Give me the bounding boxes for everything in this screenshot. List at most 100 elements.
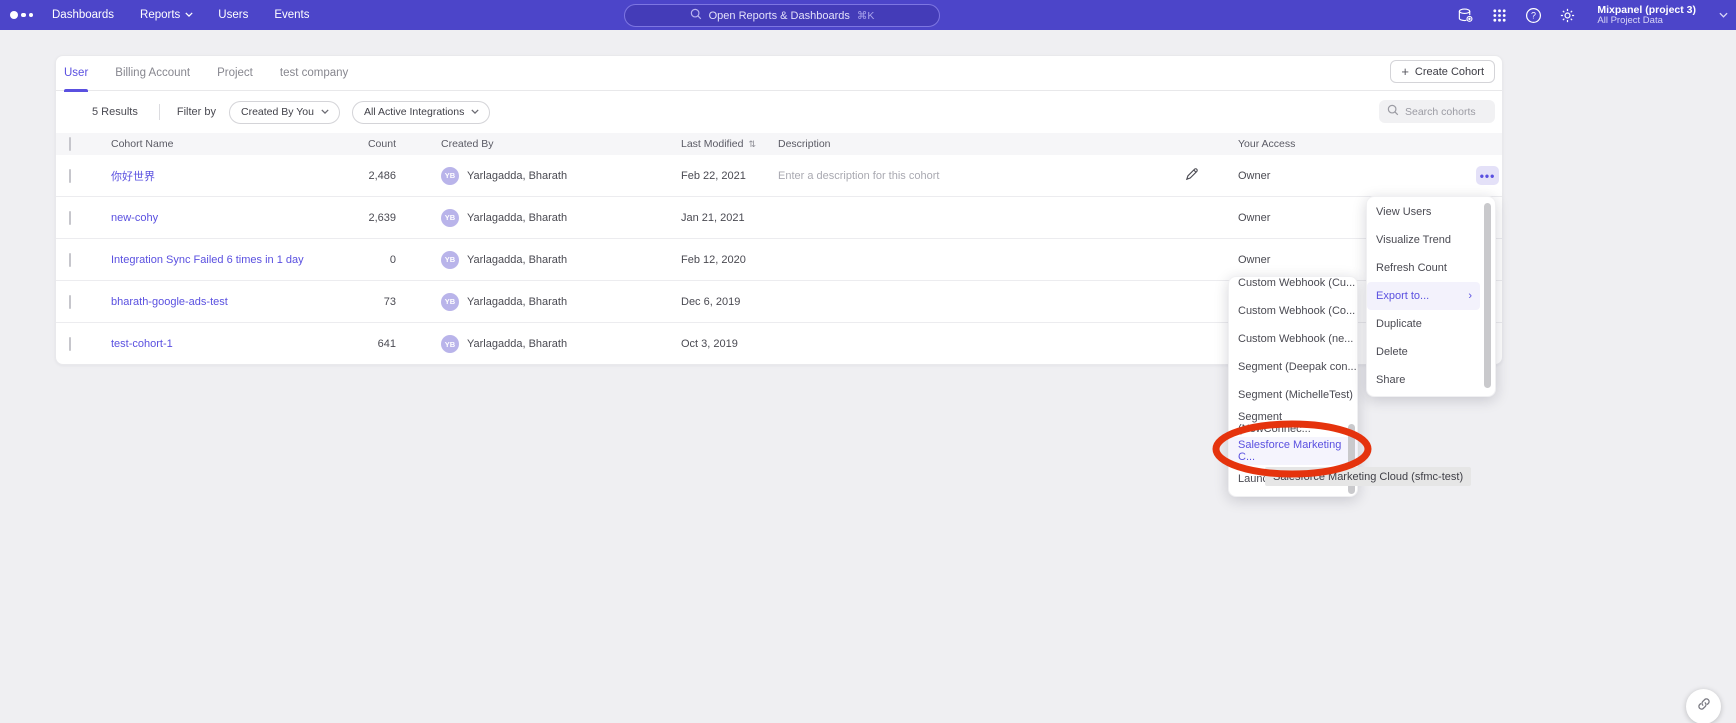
row-checkbox[interactable] <box>69 211 71 225</box>
cohort-name-link[interactable]: new-cohy <box>111 212 158 224</box>
sort-icon[interactable]: ⇅ <box>748 139 756 149</box>
top-nav: Dashboards Reports Users Events Open Rep… <box>0 0 1736 30</box>
row-checkbox[interactable] <box>69 295 71 309</box>
tab-user[interactable]: User <box>64 56 88 91</box>
cohort-tabbar: User Billing Account Project test compan… <box>56 56 1502 91</box>
project-name: Mixpanel (project 3) <box>1597 4 1696 16</box>
divider <box>159 104 160 120</box>
cohort-count: 641 <box>341 338 396 350</box>
apps-grid-icon[interactable] <box>1491 7 1508 24</box>
chevron-down-icon <box>471 109 478 116</box>
avatar: YB <box>441 251 459 269</box>
created-by-dropdown[interactable]: Created By You <box>229 101 340 124</box>
menu-item-export-to[interactable]: Export to... › <box>1367 282 1480 310</box>
creator-name: Yarlagadda, Bharath <box>467 296 567 308</box>
submenu-item-salesforce-marketing-cloud[interactable]: Salesforce Marketing C... <box>1229 437 1357 465</box>
last-modified: Oct 3, 2019 <box>681 338 778 350</box>
logo-dot <box>29 13 34 18</box>
nav-right-cluster: ? Mixpanel (project 3) All Project Data <box>1457 0 1726 30</box>
cohort-count: 0 <box>341 254 396 266</box>
project-switcher[interactable]: Mixpanel (project 3) All Project Data <box>1597 4 1696 27</box>
table-row: new-cohy 2,639 YB Yarlagadda, Bharath Ja… <box>56 197 1502 239</box>
nav-item-events[interactable]: Events <box>274 9 309 21</box>
row-checkbox[interactable] <box>69 253 71 267</box>
nav-item-dashboards[interactable]: Dashboards <box>52 9 114 21</box>
header-created-by[interactable]: Created By <box>441 138 681 150</box>
edit-description-icon[interactable] <box>1184 173 1199 185</box>
table-row: 你好世界 2,486 YB Yarlagadda, Bharath Feb 22… <box>56 155 1502 197</box>
nav-item-reports[interactable]: Reports <box>140 9 192 21</box>
data-management-icon[interactable] <box>1457 7 1474 24</box>
creator-name: Yarlagadda, Bharath <box>467 338 567 350</box>
create-cohort-label: Create Cohort <box>1415 66 1484 78</box>
header-description[interactable]: Description <box>778 138 1184 150</box>
creator-name: Yarlagadda, Bharath <box>467 212 567 224</box>
scrollbar[interactable] <box>1484 203 1491 388</box>
nav-item-label: Reports <box>140 9 180 21</box>
nav-item-users[interactable]: Users <box>218 9 248 21</box>
header-cohort-name[interactable]: Cohort Name <box>111 138 341 150</box>
submenu-item-segment-2[interactable]: Segment (MichelleTest) <box>1229 381 1357 409</box>
results-count: 5 Results <box>92 106 138 118</box>
last-modified: Feb 22, 2021 <box>681 170 778 182</box>
cohort-name-link[interactable]: bharath-google-ads-test <box>111 296 228 308</box>
cohort-name-link[interactable]: test-cohort-1 <box>111 338 173 350</box>
cohort-count: 2,486 <box>341 170 396 182</box>
table-header: Cohort Name Count Created By Last Modifi… <box>56 133 1502 155</box>
export-destinations-list: Custom Webhook (Cu... Custom Webhook (Co… <box>1229 276 1357 493</box>
copy-link-button[interactable] <box>1686 689 1721 723</box>
header-label: Last Modified <box>681 138 743 150</box>
cohort-name-link[interactable]: Integration Sync Failed 6 times in 1 day <box>111 254 304 266</box>
header-count[interactable]: Count <box>341 138 396 150</box>
help-icon[interactable]: ? <box>1525 7 1542 24</box>
row-checkbox[interactable] <box>69 169 71 183</box>
last-modified: Jan 21, 2021 <box>681 212 778 224</box>
tab-project[interactable]: Project <box>217 56 253 91</box>
logo-dot <box>10 11 18 19</box>
access-level: Owner <box>1238 170 1476 182</box>
create-cohort-button[interactable]: + Create Cohort <box>1390 60 1495 83</box>
mixpanel-logo[interactable] <box>10 11 40 19</box>
nav-item-label: Users <box>218 9 248 21</box>
global-search-placeholder: Open Reports & Dashboards <box>709 10 850 22</box>
filter-by-label: Filter by <box>177 106 216 118</box>
chevron-down-icon <box>185 12 192 19</box>
submenu-item-segment-1[interactable]: Segment (Deepak con... <box>1229 353 1357 381</box>
svg-text:?: ? <box>1531 10 1536 20</box>
menu-item-view-users[interactable]: View Users <box>1367 198 1495 226</box>
description-placeholder[interactable]: Enter a description for this cohort <box>778 170 1184 182</box>
cohort-name-link[interactable]: 你好世界 <box>111 171 155 183</box>
cohort-search-field[interactable] <box>1379 100 1495 123</box>
chevron-right-icon: › <box>1468 290 1472 302</box>
submenu-item-segment-3[interactable]: Segment (NewConnec... <box>1229 409 1357 437</box>
menu-item-duplicate[interactable]: Duplicate <box>1367 310 1495 338</box>
menu-item-visualize-trend[interactable]: Visualize Trend <box>1367 226 1495 254</box>
avatar: YB <box>441 335 459 353</box>
last-modified: Dec 6, 2019 <box>681 296 778 308</box>
avatar: YB <box>441 209 459 227</box>
global-search-button[interactable]: Open Reports & Dashboards ⌘K <box>624 4 940 27</box>
menu-item-share[interactable]: Share <box>1367 366 1495 394</box>
nav-links: Dashboards Reports Users Events <box>52 9 310 21</box>
avatar: YB <box>441 167 459 185</box>
integrations-value: All Active Integrations <box>364 106 464 118</box>
submenu-item-custom-webhook-1[interactable]: Custom Webhook (Cu... <box>1229 276 1357 297</box>
last-modified: Feb 12, 2020 <box>681 254 778 266</box>
cohort-search-input[interactable] <box>1405 106 1485 118</box>
header-your-access[interactable]: Your Access <box>1238 138 1476 150</box>
row-actions-button[interactable]: ••• <box>1476 166 1499 185</box>
gear-icon[interactable] <box>1559 7 1576 24</box>
header-last-modified[interactable]: Last Modified ⇅ <box>681 138 778 150</box>
tab-test-company[interactable]: test company <box>280 56 348 91</box>
menu-item-delete[interactable]: Delete <box>1367 338 1495 366</box>
select-all-checkbox[interactable] <box>69 137 71 151</box>
menu-item-refresh-count[interactable]: Refresh Count <box>1367 254 1495 282</box>
avatar: YB <box>441 293 459 311</box>
submenu-item-custom-webhook-2[interactable]: Custom Webhook (Co... <box>1229 297 1357 325</box>
integrations-dropdown[interactable]: All Active Integrations <box>352 101 490 124</box>
row-checkbox[interactable] <box>69 337 71 351</box>
tab-billing-account[interactable]: Billing Account <box>115 56 190 91</box>
search-icon <box>1387 103 1399 121</box>
chevron-down-icon[interactable] <box>1719 12 1726 19</box>
submenu-item-custom-webhook-3[interactable]: Custom Webhook (ne... <box>1229 325 1357 353</box>
